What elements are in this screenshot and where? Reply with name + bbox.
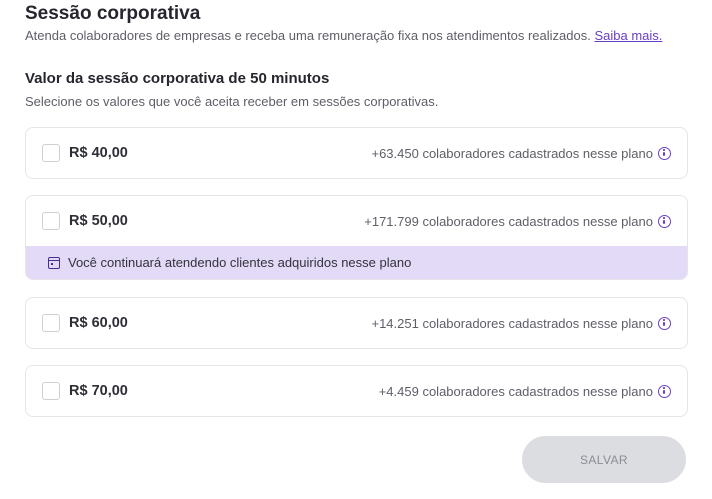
info-group: +171.799 colaboradores cadastrados nesse… (364, 214, 671, 229)
info-group: +4.459 colaboradores cadastrados nesse p… (379, 384, 671, 399)
save-button[interactable]: SALVAR (522, 436, 686, 483)
info-icon[interactable] (658, 316, 671, 330)
price-label: R$ 70,00 (69, 383, 128, 399)
section-title: Valor da sessão corporativa de 50 minuto… (25, 70, 330, 87)
price-checkbox[interactable] (42, 144, 60, 162)
price-label: R$ 40,00 (69, 145, 128, 161)
page-title: Sessão corporativa (25, 3, 201, 24)
price-option-70[interactable]: R$ 70,00 +4.459 colaboradores cadastrado… (25, 365, 688, 417)
price-option-50[interactable]: R$ 50,00 +171.799 colaboradores cadastra… (25, 195, 688, 280)
price-checkbox[interactable] (42, 314, 60, 332)
price-checkbox[interactable] (42, 212, 60, 230)
price-checkbox[interactable] (42, 382, 60, 400)
info-group: +63.450 colaboradores cadastrados nesse … (371, 146, 671, 161)
plan-notice-text: Você continuará atendendo clientes adqui… (68, 255, 412, 270)
learn-more-link[interactable]: Saiba mais. (594, 28, 662, 43)
page-subtitle-text: Atenda colaboradores de empresas e receb… (25, 28, 591, 43)
collaborators-count: +14.251 colaboradores cadastrados nesse … (371, 315, 653, 331)
calendar-icon (48, 256, 60, 269)
collaborators-count: +171.799 colaboradores cadastrados nesse… (364, 213, 653, 229)
plan-notice: Você continuará atendendo clientes adqui… (26, 246, 687, 279)
price-label: R$ 50,00 (69, 213, 128, 229)
price-option-40[interactable]: R$ 40,00 +63.450 colaboradores cadastrad… (25, 127, 688, 179)
info-group: +14.251 colaboradores cadastrados nesse … (371, 316, 671, 331)
info-icon[interactable] (658, 384, 671, 398)
collaborators-count: +63.450 colaboradores cadastrados nesse … (371, 145, 653, 161)
info-icon[interactable] (658, 214, 671, 228)
section-subtitle: Selecione os valores que você aceita rec… (25, 94, 439, 109)
info-icon[interactable] (658, 146, 671, 160)
price-label: R$ 60,00 (69, 315, 128, 331)
collaborators-count: +4.459 colaboradores cadastrados nesse p… (378, 383, 653, 399)
price-option-60[interactable]: R$ 60,00 +14.251 colaboradores cadastrad… (25, 297, 688, 349)
page-subtitle: Atenda colaboradores de empresas e receb… (25, 28, 662, 43)
